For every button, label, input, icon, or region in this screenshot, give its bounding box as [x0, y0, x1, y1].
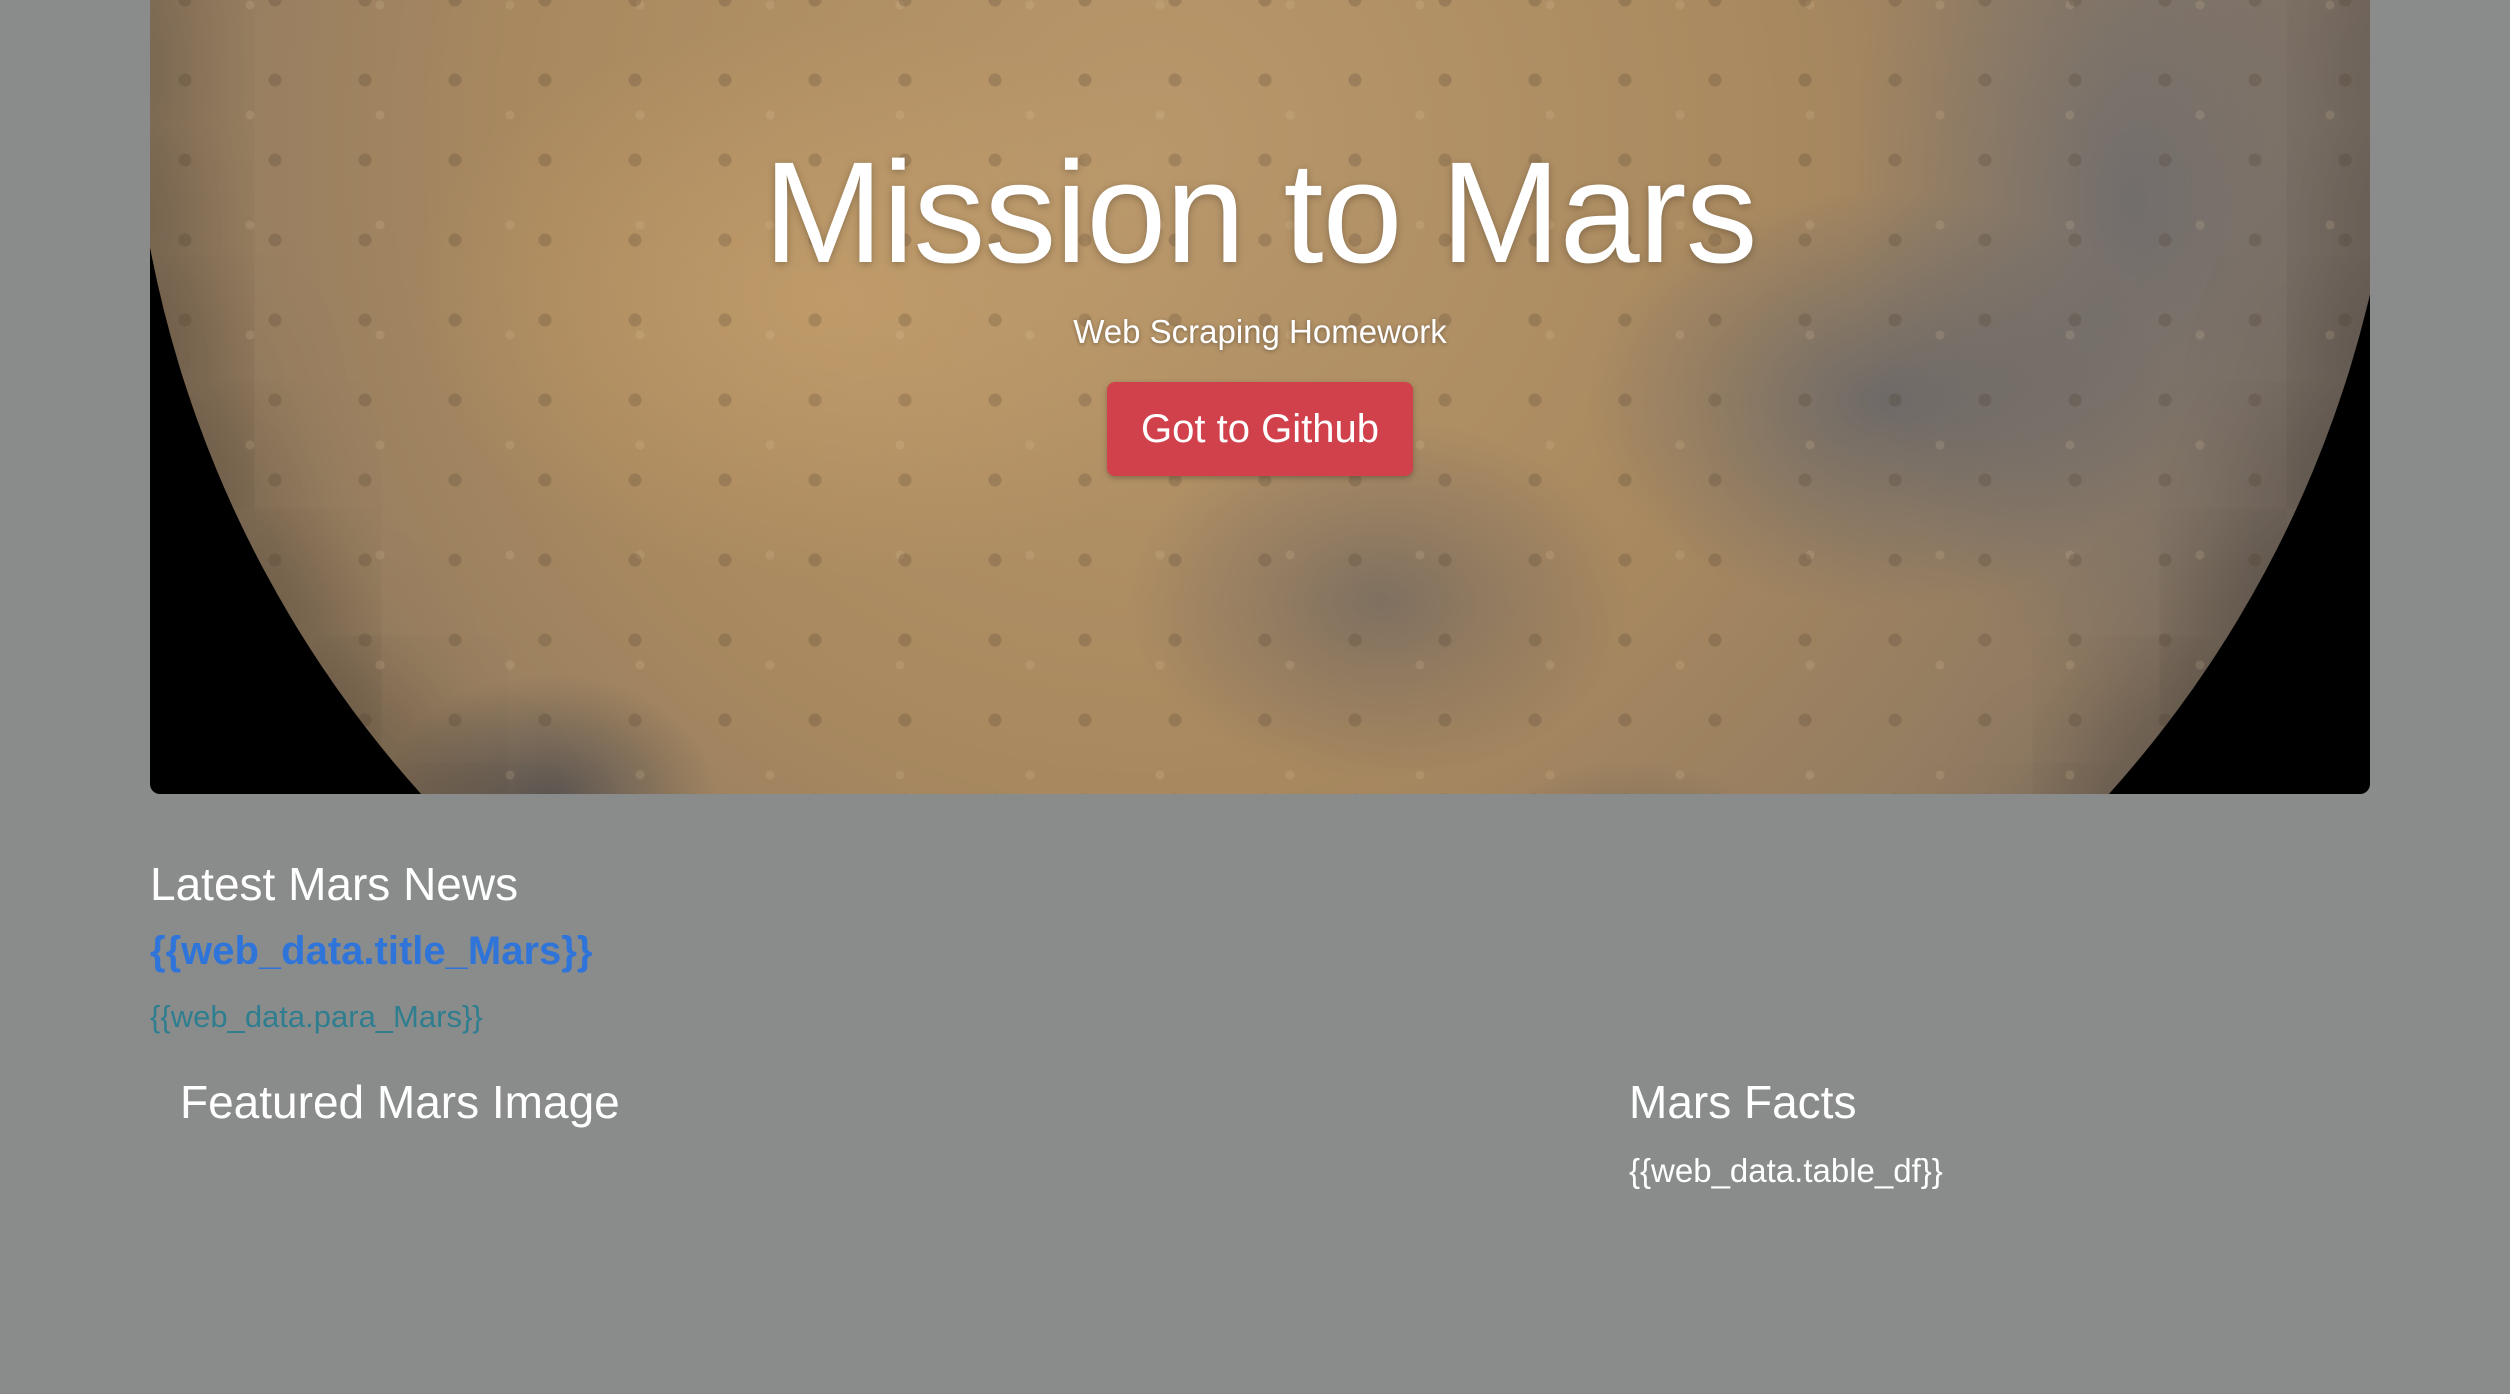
mars-facts-heading: Mars Facts: [1629, 1076, 1857, 1128]
mars-facts-table: {{web_data.table_df}}: [1629, 1152, 1943, 1189]
hero-title: Mission to Mars: [763, 132, 1757, 293]
hero-jumbotron: Mission to Mars Web Scraping Homework Go…: [150, 0, 2370, 794]
news-title-link[interactable]: {{web_data.title_Mars}}: [150, 926, 592, 976]
featured-image-heading: Featured Mars Image: [180, 1076, 620, 1128]
latest-news-section: Latest Mars News {{web_data.title_Mars}}…: [150, 856, 592, 1036]
page: Mission to Mars Web Scraping Homework Go…: [0, 0, 2510, 1394]
github-button[interactable]: Got to Github: [1107, 382, 1413, 476]
news-paragraph: {{web_data.para_Mars}}: [150, 999, 483, 1034]
featured-image-section: Featured Mars Image: [180, 1074, 620, 1130]
news-heading: Latest Mars News: [150, 858, 519, 910]
mars-facts-section: Mars Facts {{web_data.table_df}}: [1629, 1074, 1943, 1192]
hero-subtitle: Web Scraping Homework: [1073, 313, 1447, 350]
hero-content: Mission to Mars Web Scraping Homework Go…: [150, 0, 2370, 476]
